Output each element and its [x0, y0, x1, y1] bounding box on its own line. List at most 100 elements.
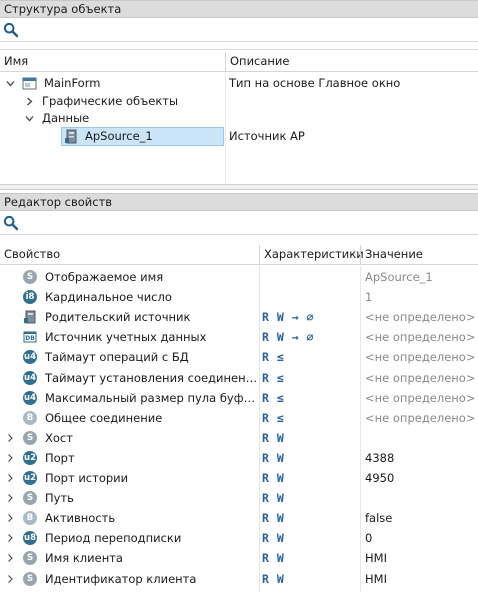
property-name: Имя клиента [45, 551, 123, 565]
property-characteristics: R W [262, 572, 285, 586]
property-characteristics: R W → ∅ [262, 330, 314, 344]
chevron-right-icon[interactable] [6, 554, 14, 562]
chevron-right-icon[interactable] [6, 534, 14, 542]
boolean-type-icon: B [23, 511, 37, 525]
property-characteristics: R W → ∅ [262, 310, 314, 324]
property-name: Общее соединение [45, 411, 163, 425]
property-value[interactable]: 4388 [365, 448, 394, 468]
svg-text:DB: DB [25, 335, 35, 342]
property-row[interactable]: S Путь R W [0, 488, 478, 508]
property-name: Хост [45, 431, 73, 445]
property-characteristics: R ≤ [262, 391, 285, 405]
property-row[interactable]: DB Источник учетных данных R W → ∅ <не опре… [0, 327, 478, 347]
property-name: Таймаут установления соединения с... [45, 371, 259, 385]
chevron-down-icon[interactable] [25, 114, 34, 123]
property-panel-title: Редактор свойств [0, 193, 478, 211]
tree-row-graphics[interactable]: Графические объекты [0, 93, 478, 110]
boolean-type-icon: B [23, 411, 37, 425]
property-row[interactable]: u2 Порт R W 4388 [0, 448, 478, 468]
property-row[interactable]: u4 Таймаут установления соединения с... R … [0, 368, 478, 388]
property-value[interactable]: 0 [365, 528, 372, 548]
property-name: Идентификатор клиента [45, 572, 197, 586]
property-row[interactable]: u2 Порт истории R W 4950 [0, 468, 478, 488]
property-row[interactable]: B Общее соединение R ≤ <не определено> [0, 408, 478, 428]
property-name: Отображаемое имя [45, 270, 164, 284]
string-type-icon: S [23, 431, 37, 445]
property-search-bar[interactable] [0, 211, 478, 235]
chevron-right-icon[interactable] [6, 575, 14, 583]
property-row[interactable]: B Активность R W false [0, 508, 478, 528]
tree-label-data: Данные [42, 111, 90, 125]
property-characteristics: R W [262, 451, 285, 465]
tree-row-mainform[interactable]: MainForm Тип на основе Главное окно [0, 75, 478, 92]
property-value[interactable]: <не определено> [365, 347, 475, 367]
uint32-type-icon: u4 [23, 371, 37, 385]
window-form-icon [22, 77, 37, 90]
property-value[interactable]: 1 [365, 287, 372, 307]
column-description[interactable]: Описание [226, 52, 478, 71]
property-row[interactable]: S Идентификатор клиента R W HMI [0, 569, 478, 589]
tree-desc-apsource: Источник AP [229, 129, 305, 143]
structure-panel-title: Структура объекта [0, 0, 478, 18]
chevron-right-icon[interactable] [25, 97, 34, 106]
structure-search-bar[interactable] [0, 18, 478, 42]
property-value[interactable]: <не определено> [365, 307, 475, 327]
property-name: Источник учетных данных [45, 330, 207, 344]
chevron-right-icon[interactable] [6, 434, 14, 442]
ap-source-icon [65, 129, 77, 144]
structure-column-header: Имя Описание [0, 52, 478, 72]
property-spacer [0, 235, 478, 245]
property-value[interactable]: <не определено> [365, 327, 475, 347]
search-icon[interactable] [3, 22, 19, 38]
property-characteristics: R ≤ [262, 350, 285, 364]
column-characteristics[interactable]: Характеристики [260, 245, 364, 264]
property-value[interactable]: <не определено> [365, 408, 475, 428]
uint32-type-icon: u4 [23, 350, 37, 364]
property-row[interactable]: S Отображаемое имя ApSource_1 [0, 267, 478, 287]
property-name: Порт истории [45, 471, 129, 485]
chevron-down-icon[interactable] [6, 79, 15, 88]
property-row[interactable]: i8 Кардинальное число 1 [0, 287, 478, 307]
chevron-right-icon[interactable] [6, 474, 14, 482]
int8-type-icon: i8 [23, 290, 37, 304]
property-name: Активность [45, 511, 116, 525]
chevron-right-icon[interactable] [6, 454, 14, 462]
property-name: Максимальный размер пула буферов [45, 391, 259, 405]
panel-splitter[interactable] [0, 184, 478, 190]
property-row[interactable]: u4 Максимальный размер пула буферов R ≤ <не… [0, 388, 478, 408]
property-row[interactable]: u8 Период переподписки R W 0 [0, 528, 478, 548]
property-row[interactable]: S Имя клиента R W HMI [0, 548, 478, 568]
property-characteristics: R W [262, 551, 285, 565]
credentials-source-icon: DB [23, 331, 37, 343]
property-value[interactable]: ApSource_1 [365, 267, 433, 287]
column-property[interactable]: Свойство [0, 245, 259, 264]
tree-row-data[interactable]: Данные [0, 110, 478, 127]
property-row[interactable]: u4 Таймаут операций с БД R ≤ <не определено… [0, 347, 478, 367]
property-value[interactable]: false [365, 508, 392, 528]
property-characteristics: R W [262, 491, 285, 505]
property-value[interactable]: <не определено> [365, 368, 475, 388]
property-value[interactable]: <не определено> [365, 388, 475, 408]
search-icon[interactable] [3, 215, 19, 231]
column-name[interactable]: Имя [0, 52, 225, 71]
column-value[interactable]: Значение [361, 245, 478, 264]
property-row[interactable]: S Хост R W [0, 428, 478, 448]
tree-desc-mainform: Тип на основе Главное окно [229, 76, 401, 90]
tree-row-apsource[interactable]: ApSource_1 Источник AP [0, 128, 478, 145]
property-name: Таймаут операций с БД [45, 350, 189, 364]
uint16-type-icon: u2 [23, 471, 37, 485]
property-characteristics: R W [262, 531, 285, 545]
string-type-icon: S [23, 572, 37, 586]
property-name: Родительский источник [45, 310, 191, 324]
property-characteristics: R W [262, 511, 285, 525]
property-characteristics: R W [262, 471, 285, 485]
tree-label-graphics: Графические объекты [42, 94, 179, 108]
string-type-icon: S [23, 491, 37, 505]
chevron-right-icon[interactable] [6, 514, 14, 522]
chevron-right-icon[interactable] [6, 494, 14, 502]
property-value[interactable]: 4950 [365, 468, 394, 488]
property-value[interactable]: HMI [365, 569, 387, 589]
property-row[interactable]: Родительский источник R W → ∅ <не определе… [0, 307, 478, 327]
property-column-header: Свойство Характеристики Значение [0, 245, 478, 265]
property-value[interactable]: HMI [365, 548, 387, 568]
